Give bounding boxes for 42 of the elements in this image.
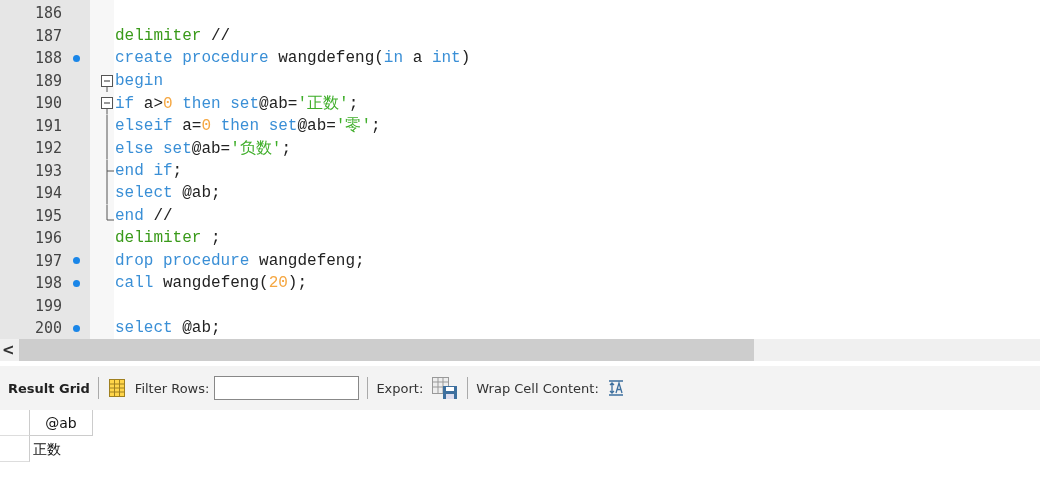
scroll-left-button[interactable]: < xyxy=(0,341,19,359)
code-line: drop procedure wangdefeng; xyxy=(115,251,365,270)
table-cell-text: 正数 xyxy=(32,440,62,459)
code-line: delimiter ; xyxy=(115,229,221,248)
result-grid-tab[interactable]: Result Grid xyxy=(8,380,90,396)
line-number: 187 xyxy=(33,26,62,45)
wrap-cell-content-label: Wrap Cell Content: xyxy=(476,380,599,396)
line-number: 193 xyxy=(33,161,62,180)
export-icon[interactable] xyxy=(431,376,460,400)
scrollbar-thumb[interactable] xyxy=(19,339,754,361)
line-number: 195 xyxy=(33,206,62,225)
code-line: select @ab; xyxy=(115,184,221,203)
filter-rows-field[interactable] xyxy=(214,376,360,400)
grid-layout-icon[interactable] xyxy=(106,378,127,398)
filter-rows-label: Filter Rows: xyxy=(134,380,210,396)
row-header-cell xyxy=(0,410,30,436)
column-header[interactable]: @ab xyxy=(30,410,93,436)
code-line: begin xyxy=(115,71,163,90)
line-number: 189 xyxy=(33,71,62,90)
code-line: select @ab; xyxy=(115,319,221,338)
line-number: 198 xyxy=(33,274,62,293)
code-line: delimiter // xyxy=(115,26,231,45)
code-line: call wangdefeng(20); xyxy=(115,274,308,293)
line-number: 200 xyxy=(33,319,62,338)
line-number: 188 xyxy=(33,49,62,68)
line-number: 192 xyxy=(33,139,62,158)
line-number: 190 xyxy=(33,94,62,113)
line-number: 191 xyxy=(33,116,62,135)
row-header-cell[interactable] xyxy=(0,436,30,462)
line-number: 194 xyxy=(33,184,62,203)
line-number: 186 xyxy=(33,4,62,23)
code-line: if a>0 then set@ab='正数'; xyxy=(115,93,359,114)
code-line: else set@ab='负数'; xyxy=(115,138,292,159)
line-number: 199 xyxy=(33,296,62,315)
export-label: Export: xyxy=(376,380,424,396)
code-line: elseif a=0 then set@ab='零'; xyxy=(115,116,381,137)
line-number: 197 xyxy=(33,251,62,270)
wrap-text-icon[interactable] xyxy=(606,378,625,398)
line-number: 196 xyxy=(33,229,62,248)
code-line: end // xyxy=(115,206,173,225)
code-line: create procedure wangdefeng(in a int) xyxy=(115,49,471,68)
code-line: end if; xyxy=(115,161,183,180)
